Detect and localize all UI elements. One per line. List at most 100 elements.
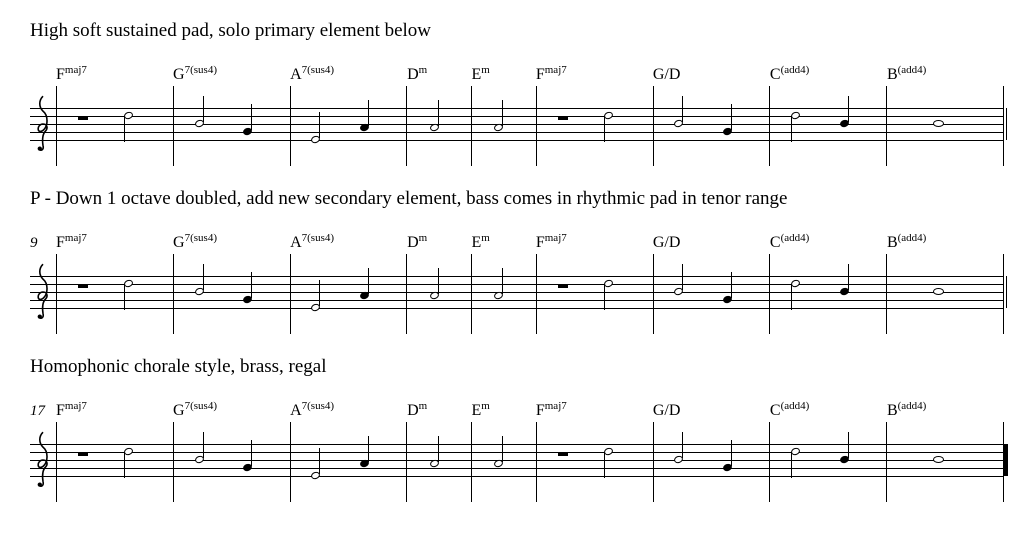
note-stem <box>682 96 683 122</box>
chord-symbol: G7(sus4) <box>173 232 217 252</box>
chord-symbol: Fmaj7 <box>56 400 87 420</box>
chord-root: A <box>290 402 302 419</box>
measure <box>56 422 174 502</box>
chord-root: G/D <box>653 402 681 419</box>
measure <box>654 422 771 502</box>
section-instruction: High soft sustained pad, solo primary el… <box>30 20 1004 42</box>
note-stem <box>319 448 320 474</box>
chord-quality: (add4) <box>781 232 810 244</box>
note-B4-whole <box>933 288 944 295</box>
note-stem <box>368 268 369 294</box>
chord-symbol: G/D <box>653 400 681 420</box>
chord-symbol: A7(sus4) <box>290 400 334 420</box>
note-stem <box>124 284 125 310</box>
chord-symbol: Em <box>471 232 489 252</box>
chord-root: E <box>471 234 481 251</box>
chord-cell: B(add4) <box>887 64 1004 84</box>
note-stem <box>502 436 503 462</box>
chord-symbol: C(add4) <box>770 64 809 84</box>
chord-symbol: B(add4) <box>887 400 926 420</box>
chord-symbol: Dm <box>407 400 427 420</box>
chord-root: B <box>887 234 898 251</box>
chord-root: E <box>471 66 481 83</box>
chord-root: E <box>471 402 481 419</box>
chord-cell: C(add4) <box>770 64 887 84</box>
note-stem <box>124 452 125 478</box>
clef-area <box>30 254 56 334</box>
half-rest <box>78 116 88 120</box>
chord-quality: 7(sus4) <box>185 232 217 244</box>
chord-quality: m <box>481 64 490 76</box>
chord-root: F <box>536 66 545 83</box>
note-stem <box>251 272 252 298</box>
chord-cell: A7(sus4) <box>290 232 407 252</box>
chord-quality: (add4) <box>781 64 810 76</box>
half-rest <box>78 452 88 456</box>
chord-cell: Fmaj7 <box>56 64 173 84</box>
chord-quality: 7(sus4) <box>302 400 334 412</box>
chord-root: D <box>407 402 419 419</box>
bar-number: 9 <box>30 235 50 252</box>
chord-root: F <box>536 402 545 419</box>
chord-quality: maj7 <box>545 64 567 76</box>
chord-root: C <box>770 66 781 83</box>
chord-symbol: G7(sus4) <box>173 400 217 420</box>
chord-cell: Dm <box>407 232 471 252</box>
chord-symbol: Fmaj7 <box>56 232 87 252</box>
chord-cell: Dm <box>407 64 471 84</box>
measure <box>407 422 472 502</box>
half-rest <box>558 452 568 456</box>
note-B4-whole <box>933 456 944 463</box>
chord-cell: Dm <box>407 400 471 420</box>
note-stem <box>203 96 204 122</box>
chord-cell: Fmaj7 <box>536 400 653 420</box>
chord-cell: G7(sus4) <box>173 400 290 420</box>
measure <box>770 422 887 502</box>
system-2: P - Down 1 octave doubled, add new secon… <box>30 188 1004 334</box>
measure <box>654 254 771 334</box>
measure <box>174 422 291 502</box>
measure <box>887 254 1004 334</box>
chord-symbol: G/D <box>653 64 681 84</box>
chord-symbol: Fmaj7 <box>56 64 87 84</box>
chord-cell: Fmaj7 <box>536 232 653 252</box>
measure <box>887 86 1004 166</box>
clef-area <box>30 86 56 166</box>
chord-cell: Em <box>471 400 535 420</box>
measure <box>654 86 771 166</box>
note-stem <box>438 100 439 126</box>
chord-row: Fmaj7G7(sus4)A7(sus4)DmEmFmaj7G/DC(add4)… <box>30 64 1004 84</box>
chord-quality: m <box>419 400 428 412</box>
chord-cell: Fmaj7 <box>536 64 653 84</box>
chord-cell: G/D <box>653 232 770 252</box>
note-stem <box>203 432 204 458</box>
chord-quality: 7(sus4) <box>185 400 217 412</box>
chord-root: D <box>407 234 419 251</box>
note-stem <box>438 268 439 294</box>
chord-root: F <box>56 66 65 83</box>
chord-root: A <box>290 234 302 251</box>
chord-quality: (add4) <box>898 400 927 412</box>
chord-quality: 7(sus4) <box>302 232 334 244</box>
chord-quality: m <box>419 232 428 244</box>
measure <box>291 86 408 166</box>
note-stem <box>682 264 683 290</box>
chord-cell: A7(sus4) <box>290 400 407 420</box>
measure <box>407 254 472 334</box>
measure <box>56 254 174 334</box>
half-rest <box>558 116 568 120</box>
note-stem <box>319 280 320 306</box>
section-instruction: P - Down 1 octave doubled, add new secon… <box>30 188 1004 210</box>
note-stem <box>848 264 849 290</box>
note-stem <box>604 116 605 142</box>
measure <box>472 254 537 334</box>
chord-symbol: B(add4) <box>887 64 926 84</box>
chord-cell: G7(sus4) <box>173 232 290 252</box>
system-3: Homophonic chorale style, brass, regal17… <box>30 356 1004 502</box>
chord-root: C <box>770 234 781 251</box>
treble-clef-icon <box>32 94 54 154</box>
chord-symbol: Em <box>471 400 489 420</box>
chord-root: A <box>290 66 302 83</box>
note-stem <box>604 284 605 310</box>
chord-symbol: C(add4) <box>770 232 809 252</box>
